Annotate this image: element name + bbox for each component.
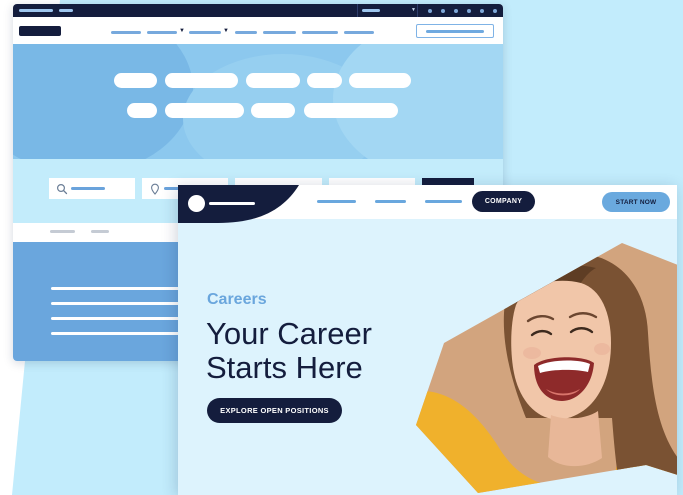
logo[interactable] [19,26,61,36]
location-pin-icon [151,183,159,195]
social-icon[interactable] [480,9,484,13]
utility-link[interactable] [19,9,53,12]
divider [417,4,418,17]
social-icon[interactable] [493,9,497,13]
nav-cta-label [426,30,484,33]
keyword-placeholder [71,187,105,190]
main-navbar: ▼ ▼ [13,17,503,44]
hero-headline-word [127,103,157,118]
text-line [51,332,191,335]
nav-link[interactable] [344,31,374,34]
logo-wordmark[interactable] [209,202,255,205]
hero-headline: Your Career Starts Here [206,316,373,385]
hero-headline-word [307,73,342,88]
nav-link[interactable] [375,200,406,203]
social-icon[interactable] [428,9,432,13]
divider [357,4,358,17]
keyword-search-input[interactable] [49,178,135,199]
nav-link[interactable] [235,31,257,34]
hero-headline-word [349,73,411,88]
tab[interactable] [50,230,75,233]
nav-link[interactable] [147,31,177,34]
explore-positions-button[interactable]: EXPLORE OPEN POSITIONS [207,398,342,423]
nav-link[interactable] [263,31,296,34]
hero-headline-word [114,73,157,88]
nav-cta-button[interactable] [416,24,494,38]
start-now-button[interactable]: START NOW [602,192,670,212]
social-icon[interactable] [454,9,458,13]
nav-link[interactable] [111,31,141,34]
careers-window: COMPANY START NOW Careers Your Career St… [178,185,677,495]
hero-headline-word [246,73,300,88]
search-icon [56,183,68,195]
text-line [51,302,191,305]
chevron-down-icon: ▼ [411,7,416,13]
careers-header: COMPANY START NOW [178,185,677,223]
utility-link[interactable] [59,9,73,12]
careers-eyebrow: Careers [207,291,267,308]
company-button[interactable]: COMPANY [472,191,535,212]
logo-mark[interactable] [188,195,205,212]
top-utility-bar: ▼ [13,4,503,17]
hero-photo [416,243,677,493]
decorative-blob [333,44,503,159]
chevron-down-icon: ▼ [223,28,229,34]
social-icon[interactable] [467,9,471,13]
decorative-blob [13,44,193,159]
chevron-down-icon: ▼ [179,28,185,34]
text-line [51,287,191,290]
hero-headline-word [304,103,398,118]
hero-headline-word [251,103,295,118]
nav-link[interactable] [302,31,338,34]
tab[interactable] [91,230,109,233]
language-select[interactable] [362,9,380,12]
social-icon[interactable] [441,9,445,13]
search-hero [13,44,503,159]
nav-link[interactable] [425,200,462,203]
nav-link[interactable] [189,31,221,34]
hero-headline-word [165,73,238,88]
hero-headline-word [165,103,244,118]
text-line [51,317,191,320]
nav-link[interactable] [317,200,356,203]
